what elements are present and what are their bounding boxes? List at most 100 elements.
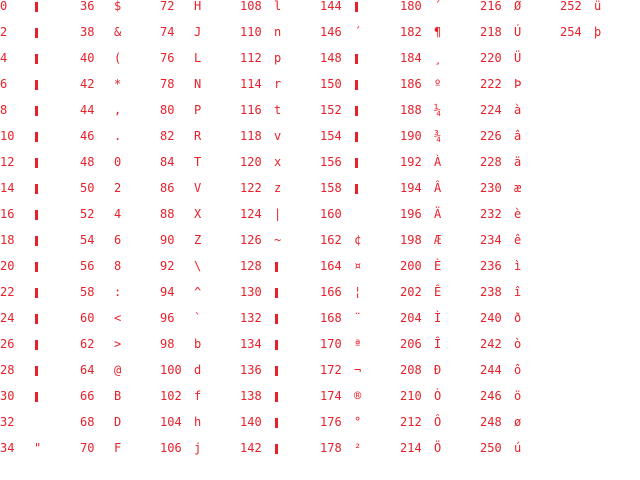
code-entry: 248 ø (480, 416, 560, 442)
code-entry: 108 l (240, 0, 320, 26)
code-entry: 6 (0, 78, 80, 104)
code-entry: 22 (0, 286, 80, 312)
code-entry: 172 ¬ (320, 364, 400, 390)
character-glyph: è (514, 207, 522, 221)
character-glyph: | (274, 207, 282, 221)
character-glyph: Ô (434, 415, 442, 429)
code-number: 234 (480, 233, 502, 247)
character-glyph: ü (594, 0, 602, 13)
unprintable-glyph-icon (275, 392, 278, 402)
code-number: 20 (0, 259, 15, 273)
code-number: 134 (240, 337, 262, 351)
unprintable-glyph-icon (35, 132, 38, 142)
character-glyph: B (114, 389, 122, 403)
unprintable-glyph-icon (35, 184, 38, 194)
code-number: 34 (0, 441, 15, 455)
code-number: 132 (240, 311, 262, 325)
unprintable-glyph-icon (35, 340, 38, 350)
code-entry: 168 ¨ (320, 312, 400, 338)
code-entry: 84 T (160, 156, 240, 182)
code-entry: 254 þ (560, 26, 640, 52)
character-glyph: ¢ (354, 233, 362, 247)
code-entry: 76 L (160, 52, 240, 78)
code-number: 130 (240, 285, 262, 299)
code-entry: 188 ¼ (400, 104, 480, 130)
code-entry: 190 ¾ (400, 130, 480, 156)
character-glyph: ª (354, 337, 362, 351)
code-number: 104 (160, 415, 182, 429)
code-entry: 14 (0, 182, 80, 208)
code-entry: 212 Ô (400, 416, 480, 442)
code-number: 232 (480, 207, 502, 221)
code-number: 252 (560, 0, 582, 13)
code-entry: 246 ö (480, 390, 560, 416)
code-entry: 86 V (160, 182, 240, 208)
character-glyph: Â (434, 181, 442, 195)
character-glyph: Ø (514, 0, 522, 13)
code-number: 236 (480, 259, 502, 273)
code-number: 6 (0, 77, 8, 91)
code-number: 0 (0, 0, 8, 13)
code-entry: 16 (0, 208, 80, 234)
code-entry: 218 Ú (480, 26, 560, 52)
code-number: 8 (0, 103, 8, 117)
character-glyph: , (114, 103, 122, 117)
code-entry: 106 j (160, 442, 240, 468)
character-glyph: Ê (434, 285, 442, 299)
character-glyph: " (34, 441, 42, 455)
character-glyph: h (194, 415, 202, 429)
unprintable-glyph-icon (35, 288, 38, 298)
character-glyph: F (114, 441, 122, 455)
code-number: 164 (320, 259, 342, 273)
code-number: 174 (320, 389, 342, 403)
code-entry: 170 ª (320, 338, 400, 364)
code-entry: 34 " (0, 442, 80, 468)
unprintable-glyph-icon (275, 314, 278, 324)
character-glyph: ä (514, 155, 522, 169)
character-glyph: ´ (434, 0, 442, 13)
code-number: 78 (160, 77, 175, 91)
character-glyph: X (194, 207, 202, 221)
character-glyph: ¨ (354, 311, 362, 325)
code-entry: 220 Ü (480, 52, 560, 78)
unprintable-glyph-icon (35, 262, 38, 272)
unprintable-glyph-icon (35, 158, 38, 168)
unprintable-glyph-icon (355, 106, 358, 116)
character-glyph: ( (114, 51, 122, 65)
character-glyph: J (194, 25, 202, 39)
code-number: 206 (400, 337, 422, 351)
character-glyph: À (434, 155, 442, 169)
code-entry: 126 ~ (240, 234, 320, 260)
character-glyph: Þ (514, 77, 522, 91)
code-number: 16 (0, 207, 15, 221)
code-entry: 78 N (160, 78, 240, 104)
code-entry: 244 ô (480, 364, 560, 390)
code-entry: 94 ^ (160, 286, 240, 312)
code-number: 42 (80, 77, 95, 91)
character-glyph: . (114, 129, 122, 143)
character-glyph: þ (594, 25, 602, 39)
character-glyph: î (514, 285, 522, 299)
code-number: 186 (400, 77, 422, 91)
code-number: 150 (320, 77, 342, 91)
code-number: 68 (80, 415, 95, 429)
code-number: 94 (160, 285, 175, 299)
code-entry: 196 Ä (400, 208, 480, 234)
code-entry: 134 (240, 338, 320, 364)
code-entry: 66 B (80, 390, 160, 416)
code-entry: 62 > (80, 338, 160, 364)
code-number: 122 (240, 181, 262, 195)
code-number: 192 (400, 155, 422, 169)
character-glyph: ð (514, 311, 522, 325)
code-number: 14 (0, 181, 15, 195)
character-glyph: ´ (354, 25, 362, 39)
character-glyph: â (514, 129, 522, 143)
unprintable-glyph-icon (275, 444, 278, 454)
code-entry: 138 (240, 390, 320, 416)
unprintable-glyph-icon (355, 132, 358, 142)
unprintable-glyph-icon (275, 288, 278, 298)
code-column: 144 146 ´ 148 150 152 154 156 158 160 162 ¢ 164 ¤ 166 ¦… (320, 0, 400, 468)
code-number: 70 (80, 441, 95, 455)
character-glyph: ö (514, 389, 522, 403)
code-number: 222 (480, 77, 502, 91)
